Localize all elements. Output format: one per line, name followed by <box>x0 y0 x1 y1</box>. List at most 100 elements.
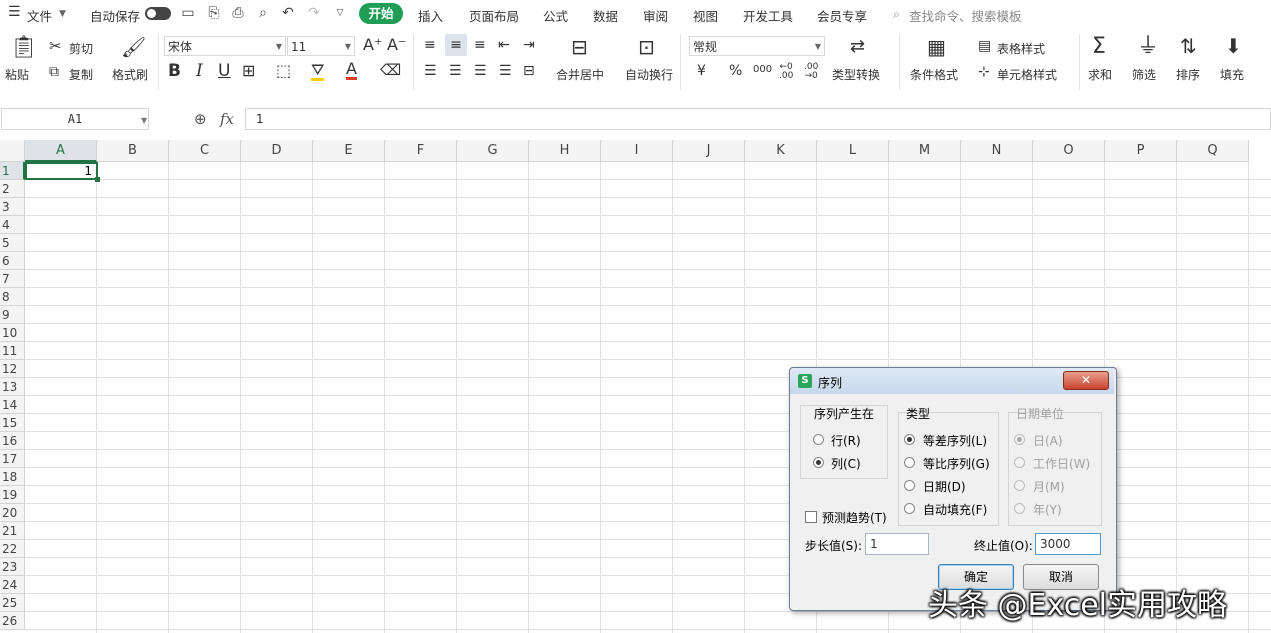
day-radio[interactable] <box>1014 434 1025 445</box>
tab-member[interactable]: 会员专享 <box>817 6 867 25</box>
cut-button[interactable]: 剪切 <box>69 40 93 57</box>
column-header-b[interactable]: B <box>97 140 169 162</box>
column-header-i[interactable]: I <box>601 140 673 162</box>
growth-radio-label[interactable]: 等比序列(G) <box>923 455 990 472</box>
undo-icon[interactable]: ↶ <box>280 5 296 21</box>
sum-button[interactable]: 求和 <box>1088 66 1112 83</box>
column-header-k[interactable]: K <box>745 140 817 162</box>
justify-icon[interactable]: ☰ <box>499 64 512 78</box>
tab-data[interactable]: 数据 <box>593 6 618 25</box>
column-radio[interactable] <box>813 457 824 468</box>
tab-page-layout[interactable]: 页面布局 <box>469 6 519 25</box>
italic-button[interactable]: I <box>196 63 203 80</box>
cell-style-icon[interactable]: ⊹ <box>978 65 990 79</box>
trend-checkbox[interactable] <box>805 511 817 523</box>
tab-home[interactable]: 开始 <box>359 3 403 24</box>
type-convert-icon[interactable]: ⇄ <box>850 38 865 56</box>
step-input[interactable]: 1 <box>865 533 929 555</box>
year-radio[interactable] <box>1014 503 1025 514</box>
autofill-radio[interactable] <box>904 503 915 514</box>
name-box[interactable]: A1 <box>1 108 149 130</box>
type-convert-button[interactable]: 类型转换 <box>832 66 880 83</box>
currency-icon[interactable]: ¥ <box>697 64 706 78</box>
distributed-icon[interactable]: ⊟ <box>523 64 535 78</box>
filter-icon[interactable]: ⏚ <box>1137 36 1159 58</box>
trend-checkbox-label[interactable]: 预测趋势(T) <box>822 509 887 526</box>
underline-button[interactable]: U <box>218 63 230 80</box>
growth-radio[interactable] <box>904 457 915 468</box>
row-header-15[interactable]: 15 <box>0 414 25 432</box>
paste-button[interactable]: 粘贴 <box>5 66 29 83</box>
column-header-e[interactable]: E <box>313 140 385 162</box>
decrease-font-icon[interactable]: A⁻ <box>387 37 406 53</box>
fill-icon[interactable]: ⬇ <box>1225 36 1242 56</box>
redo-icon[interactable]: ↷ <box>306 5 322 21</box>
dialog-titlebar[interactable]: S 序列 ✕ <box>790 368 1114 394</box>
zoom-icon[interactable]: ⊕ <box>194 110 207 128</box>
eraser-icon[interactable]: ⌫ <box>380 63 401 78</box>
row-header-22[interactable]: 22 <box>0 540 25 558</box>
row-header-24[interactable]: 24 <box>0 576 25 594</box>
border-icon[interactable]: ⊞ <box>242 63 255 79</box>
row-header-6[interactable]: 6 <box>0 252 25 270</box>
linear-radio[interactable] <box>904 434 915 445</box>
row-header-1[interactable]: 1 <box>0 162 25 180</box>
hamburger-icon[interactable]: ☰ <box>8 4 21 20</box>
conditional-format-button[interactable]: 条件格式 <box>910 66 958 83</box>
save-icon[interactable]: ▭ <box>180 5 196 21</box>
formula-input[interactable]: 1 <box>245 108 1271 130</box>
tab-developer[interactable]: 开发工具 <box>743 6 793 25</box>
chevron-down-icon[interactable]: ▼ <box>59 9 66 19</box>
font-name-select[interactable]: 宋体 ▼ <box>164 36 286 56</box>
column-header-p[interactable]: P <box>1105 140 1177 162</box>
column-header-l[interactable]: L <box>817 140 889 162</box>
row-header-16[interactable]: 16 <box>0 432 25 450</box>
fill-button[interactable]: 填充 <box>1220 66 1244 83</box>
month-radio-label[interactable]: 月(M) <box>1033 478 1065 495</box>
chevron-down-icon[interactable]: ▼ <box>141 116 147 125</box>
sum-icon[interactable]: Σ <box>1092 36 1106 58</box>
print-preview-icon[interactable]: ⌕ <box>255 5 271 21</box>
column-header-a[interactable]: A <box>25 140 97 162</box>
row-header-5[interactable]: 5 <box>0 234 25 252</box>
cell-style-button[interactable]: 单元格样式 <box>997 66 1057 83</box>
column-header-d[interactable]: D <box>241 140 313 162</box>
row-header-7[interactable]: 7 <box>0 270 25 288</box>
bold-button[interactable]: B <box>168 63 181 80</box>
month-radio[interactable] <box>1014 480 1025 491</box>
more-chevron-icon[interactable]: ▽ <box>332 5 348 21</box>
paste-icon[interactable]: 📋︎ <box>10 37 38 59</box>
column-header-j[interactable]: J <box>673 140 745 162</box>
align-right-icon[interactable]: ☰ <box>474 64 487 78</box>
row-header-3[interactable]: 3 <box>0 198 25 216</box>
close-icon[interactable]: ✕ <box>1063 371 1109 390</box>
row-header-26[interactable]: 26 <box>0 612 25 630</box>
row-header-11[interactable]: 11 <box>0 342 25 360</box>
increase-decimal-icon[interactable]: ←0.00 <box>779 63 793 81</box>
wrap-text-icon[interactable]: ⊡ <box>638 37 655 57</box>
font-color-button[interactable]: A <box>346 61 357 80</box>
align-left-icon[interactable]: ☰ <box>424 64 437 78</box>
increase-font-icon[interactable]: A⁺ <box>363 37 382 53</box>
tab-insert[interactable]: 插入 <box>418 6 443 25</box>
decrease-indent-icon[interactable]: ⇤ <box>498 38 510 52</box>
linear-radio-label[interactable]: 等差序列(L) <box>923 432 987 449</box>
row-header-10[interactable]: 10 <box>0 324 25 342</box>
table-style-button[interactable]: 表格样式 <box>997 40 1045 57</box>
align-center-icon[interactable]: ☰ <box>449 64 462 78</box>
select-all-corner[interactable] <box>0 140 25 162</box>
date-radio[interactable] <box>904 480 915 491</box>
number-format-select[interactable]: 常规 ▼ <box>689 36 825 56</box>
row-header-2[interactable]: 2 <box>0 180 25 198</box>
fill-style-icon[interactable]: ⬚ <box>276 63 291 79</box>
row-header-4[interactable]: 4 <box>0 216 25 234</box>
row-header-18[interactable]: 18 <box>0 468 25 486</box>
row-header-19[interactable]: 19 <box>0 486 25 504</box>
weekday-radio[interactable] <box>1014 457 1025 468</box>
font-size-select[interactable]: 11 ▼ <box>287 36 355 56</box>
row-header-20[interactable]: 20 <box>0 504 25 522</box>
format-painter-button[interactable]: 格式刷 <box>112 66 148 83</box>
sort-icon[interactable]: ⇅ <box>1180 36 1197 56</box>
column-header-c[interactable]: C <box>169 140 241 162</box>
row-header-12[interactable]: 12 <box>0 360 25 378</box>
